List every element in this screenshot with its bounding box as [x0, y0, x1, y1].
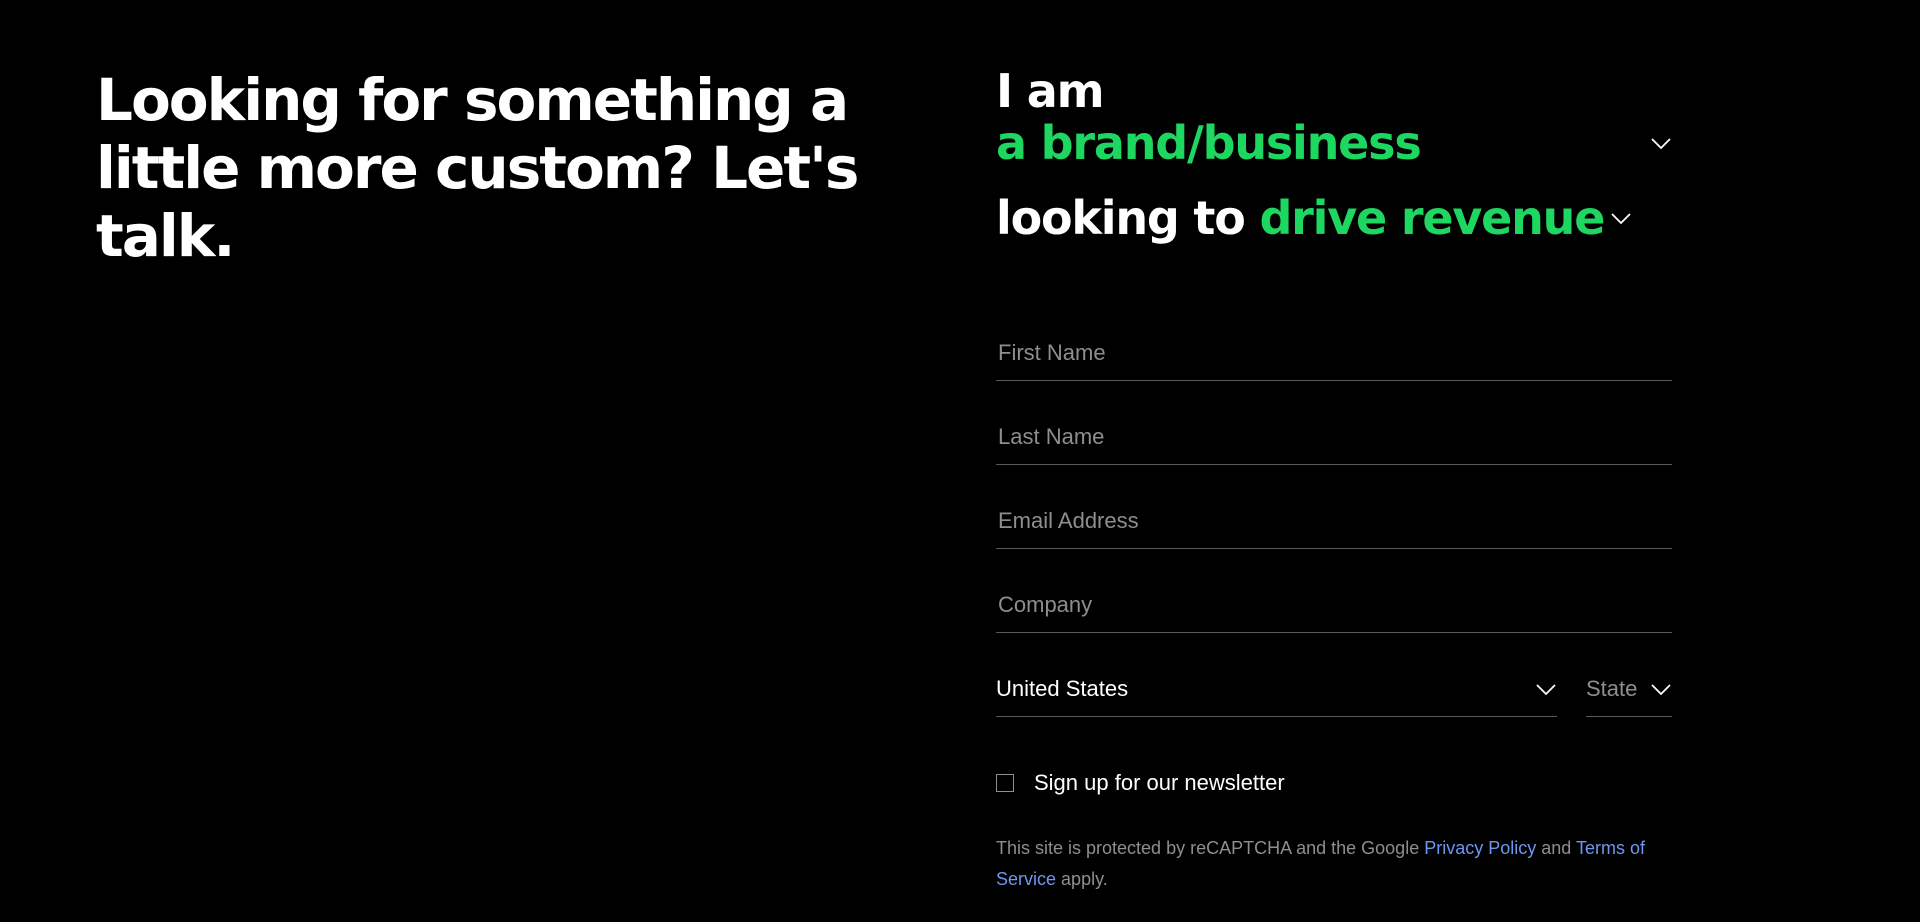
chevron-down-icon [1650, 678, 1672, 700]
newsletter-label: Sign up for our newsletter [1034, 770, 1285, 795]
last-name-input[interactable] [996, 409, 1672, 465]
goal-label: looking to drive revenue [996, 191, 1605, 245]
audience-dropdown[interactable]: a brand/business [996, 116, 1672, 170]
goal-selected-value: drive revenue [1259, 191, 1605, 245]
chevron-down-icon [1610, 207, 1632, 229]
company-input[interactable] [996, 577, 1672, 633]
country-selected-value: United States [996, 675, 1129, 701]
country-select[interactable]: United States [996, 661, 1557, 717]
chevron-down-icon [1535, 678, 1557, 700]
page-headline: Looking for something a little more cust… [96, 66, 859, 270]
recaptcha-text: This site is protected by reCAPTCHA and … [996, 838, 1420, 858]
i-am-label: I am [996, 64, 1105, 118]
privacy-policy-link[interactable]: Privacy Policy [1424, 838, 1536, 858]
state-placeholder: State [1586, 675, 1638, 701]
email-input[interactable] [996, 493, 1672, 549]
newsletter-checkbox[interactable] [996, 774, 1014, 792]
newsletter-option[interactable]: Sign up for our newsletter [996, 770, 1285, 796]
contact-form: I am a brand/business looking to drive r… [996, 0, 1672, 922]
recaptcha-notice: This site is protected by reCAPTCHA and … [996, 833, 1676, 895]
goal-prefix: looking to [996, 191, 1246, 245]
state-select[interactable]: State [1586, 661, 1672, 717]
chevron-down-icon [1650, 132, 1672, 154]
apply-text: apply. [1061, 869, 1108, 889]
and-text: and [1541, 838, 1572, 858]
goal-dropdown[interactable]: looking to drive revenue [996, 191, 1632, 245]
first-name-input[interactable] [996, 325, 1672, 381]
audience-selected-value: a brand/business [996, 116, 1422, 170]
